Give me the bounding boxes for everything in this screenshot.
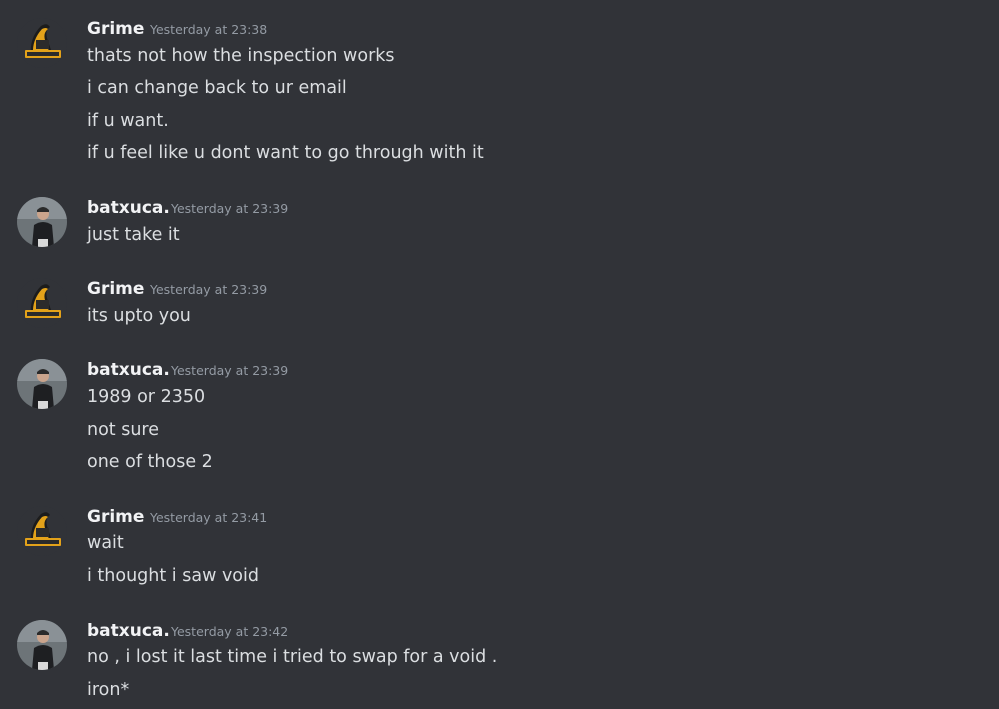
- author-name[interactable]: Grime: [87, 278, 144, 300]
- timestamp[interactable]: Yesterday at 23:39: [171, 201, 288, 217]
- grime-logo-icon: [17, 18, 67, 68]
- message-line: no , i lost it last time i tried to swap…: [87, 647, 498, 667]
- author-name[interactable]: Grime: [87, 18, 144, 40]
- timestamp[interactable]: Yesterday at 23:38: [150, 22, 267, 38]
- avatar-batxuca[interactable]: [17, 620, 67, 670]
- author-name[interactable]: batxuca.: [87, 197, 170, 219]
- message-line: thats not how the inspection works: [87, 46, 395, 66]
- message-line: wait: [87, 533, 124, 553]
- author-name[interactable]: batxuca.: [87, 359, 170, 381]
- user-photo-icon: [17, 359, 67, 409]
- message-line: iron*: [87, 680, 130, 700]
- avatar-batxuca[interactable]: [17, 197, 67, 247]
- message-line: just take it: [87, 225, 180, 245]
- message-line: if u want.: [87, 111, 169, 131]
- avatar-grime[interactable]: [17, 278, 67, 328]
- user-photo-icon: [17, 620, 67, 670]
- grime-logo-icon: [17, 506, 67, 556]
- message-line: 1989 or 2350: [87, 387, 206, 407]
- timestamp[interactable]: Yesterday at 23:42: [171, 624, 288, 640]
- avatar-grime[interactable]: [17, 506, 67, 556]
- message-line: one of those 2: [87, 452, 213, 472]
- avatar-grime[interactable]: [17, 18, 67, 68]
- author-name[interactable]: batxuca.: [87, 620, 170, 642]
- message-line: not sure: [87, 420, 160, 440]
- message-line: i thought i saw void: [87, 566, 259, 586]
- timestamp[interactable]: Yesterday at 23:39: [171, 363, 288, 379]
- grime-logo-icon: [17, 278, 67, 328]
- chat-messages: Grime Yesterday at 23:38 thats not how t…: [0, 0, 999, 709]
- message-line: its upto you: [87, 306, 191, 326]
- message-line: if u feel like u dont want to go through…: [87, 143, 484, 163]
- avatar-batxuca[interactable]: [17, 359, 67, 409]
- timestamp[interactable]: Yesterday at 23:39: [150, 282, 267, 298]
- user-photo-icon: [17, 197, 67, 247]
- message-line: i can change back to ur email: [87, 78, 347, 98]
- author-name[interactable]: Grime: [87, 506, 144, 528]
- timestamp[interactable]: Yesterday at 23:41: [150, 510, 267, 526]
